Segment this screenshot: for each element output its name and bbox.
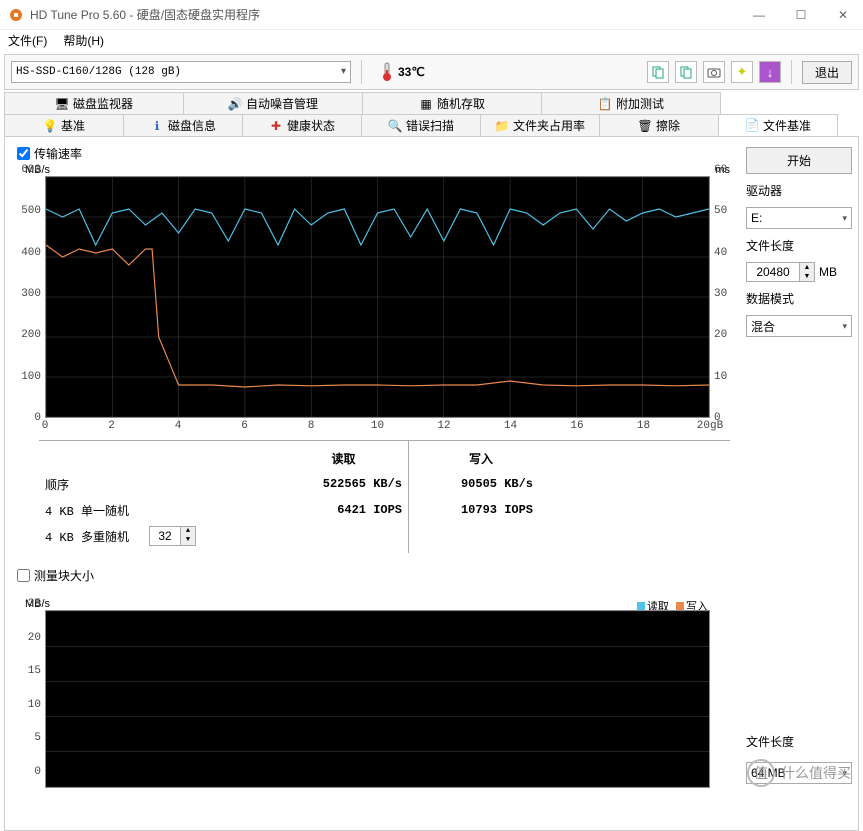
folder-icon: 📁 [495, 119, 509, 133]
row-4kb-multi: 4 KB 多重随机 ▲▼ [45, 523, 273, 549]
drive-letter-select[interactable]: E: ▾ [746, 207, 852, 229]
tab-aam[interactable]: 🔊自动噪音管理 [183, 92, 363, 114]
blocksize-checkbox[interactable]: 测量块大小 [17, 567, 738, 584]
chevron-down-icon: ▾ [842, 213, 847, 224]
4k-single-write: 10793 IOPS [429, 497, 533, 523]
tab-file-benchmark[interactable]: 📄文件基准 [718, 114, 838, 136]
bulb-icon: 💡 [43, 119, 57, 133]
extra-icon: 📋 [598, 97, 612, 111]
minimize-button[interactable]: — [747, 8, 771, 22]
transfer-plot [45, 176, 710, 418]
toolbar: HS-SSD-C160/128G (128 gB) ▾ 33℃ ✦ ↓ 退出 [4, 54, 859, 90]
spin-up-icon[interactable]: ▲ [181, 527, 195, 536]
filelen-unit: MB [819, 265, 837, 279]
chevron-down-icon: ▾ [341, 66, 346, 78]
temperature-value: 33℃ [398, 65, 425, 79]
pattern-label: 数据模式 [746, 290, 852, 307]
maximize-button[interactable]: ☐ [789, 8, 813, 22]
chevron-down-icon: ▾ [842, 768, 847, 779]
tab-erase[interactable]: 🗑擦除 [599, 114, 719, 136]
seq-write: 90505 KB/s [429, 471, 533, 497]
tab-disk-monitor[interactable]: 🖥磁盘监视器 [4, 92, 184, 114]
results-table: 顺序 4 KB 单一随机 4 KB 多重随机 ▲▼ 读取 522565 KB/s… [39, 440, 730, 553]
info-icon: ℹ [150, 119, 164, 133]
col-read-header: 读取 [285, 445, 402, 471]
tab-health[interactable]: ✚健康状态 [242, 114, 362, 136]
blocksize-chart: MB/s 读取 写入 0510152025 [15, 600, 734, 790]
panel-file-benchmark: 传输速率 MB/s ms 0100200300400500600 0102030… [4, 136, 859, 831]
row-4kb-single: 4 KB 单一随机 [45, 497, 273, 523]
spin-down-icon[interactable]: ▼ [181, 536, 195, 545]
copy2-icon[interactable] [675, 61, 697, 83]
menubar: 文件(F) 帮助(H) [0, 30, 863, 52]
seq-read: 522565 KB/s [285, 471, 402, 497]
sidebar: 开始 驱动器 E: ▾ 文件长度 ▲▼ MB 数据模式 混合 ▾ 文件长度 [746, 143, 852, 824]
filelen-label: 文件长度 [746, 237, 852, 254]
tab-extra-tests[interactable]: 📋附加测试 [541, 92, 721, 114]
tab-info[interactable]: ℹ磁盘信息 [123, 114, 243, 136]
tabs: 🖥磁盘监视器 🔊自动噪音管理 ▦随机存取 📋附加测试 💡基准 ℹ磁盘信息 ✚健康… [4, 92, 859, 136]
erase-icon: 🗑 [638, 119, 652, 133]
col-write-header: 写入 [429, 445, 533, 471]
health-icon: ✚ [269, 119, 283, 133]
search-icon: 🔍 [388, 119, 402, 133]
settings-icon[interactable]: ✦ [731, 61, 753, 83]
tab-benchmark[interactable]: 💡基准 [4, 114, 124, 136]
row-sequential: 顺序 [45, 471, 273, 497]
tab-folder-usage[interactable]: 📁文件夹占用率 [480, 114, 600, 136]
speaker-icon: 🔊 [228, 97, 242, 111]
pattern-select[interactable]: 混合 ▾ [746, 315, 852, 337]
random-icon: ▦ [419, 97, 433, 111]
tab-random-access[interactable]: ▦随机存取 [362, 92, 542, 114]
start-button[interactable]: 开始 [746, 147, 852, 174]
window-title: HD Tune Pro 5.60 - 硬盘/固态硬盘实用程序 [30, 6, 747, 23]
drive-select-value: HS-SSD-C160/128G (128 gB) [16, 66, 181, 78]
drive-label: 驱动器 [746, 182, 852, 199]
drive-select[interactable]: HS-SSD-C160/128G (128 gB) ▾ [11, 61, 351, 83]
menu-help[interactable]: 帮助(H) [63, 32, 104, 50]
spin-up-icon[interactable]: ▲ [800, 263, 814, 272]
blocksize-plot [45, 610, 710, 788]
filebench-icon: 📄 [745, 118, 759, 132]
app-icon [8, 7, 24, 23]
transfer-rate-checkbox[interactable]: 传输速率 [17, 145, 738, 162]
screenshot-icon[interactable] [703, 61, 725, 83]
filelen2-label: 文件长度 [746, 733, 852, 750]
titlebar: HD Tune Pro 5.60 - 硬盘/固态硬盘实用程序 — ☐ ✕ [0, 0, 863, 30]
exit-button[interactable]: 退出 [802, 61, 852, 84]
menu-file[interactable]: 文件(F) [8, 32, 47, 50]
copy-icon[interactable] [647, 61, 669, 83]
multi-queue-spinner[interactable]: ▲▼ [149, 526, 196, 546]
close-button[interactable]: ✕ [831, 8, 855, 22]
chevron-down-icon: ▾ [842, 321, 847, 332]
spin-down-icon[interactable]: ▼ [800, 272, 814, 281]
filelen2-select[interactable]: 64 MB ▾ [746, 762, 852, 784]
temperature-display: 33℃ [380, 62, 425, 82]
thermometer-icon [380, 62, 394, 82]
tab-error-scan[interactable]: 🔍错误扫描 [361, 114, 481, 136]
filelen-spinner[interactable]: ▲▼ [746, 262, 815, 282]
save-icon[interactable]: ↓ [759, 61, 781, 83]
4k-single-read: 6421 IOPS [285, 497, 402, 523]
monitor-icon: 🖥 [55, 97, 69, 111]
transfer-chart: MB/s ms 0100200300400500600 010203040506… [15, 166, 734, 436]
